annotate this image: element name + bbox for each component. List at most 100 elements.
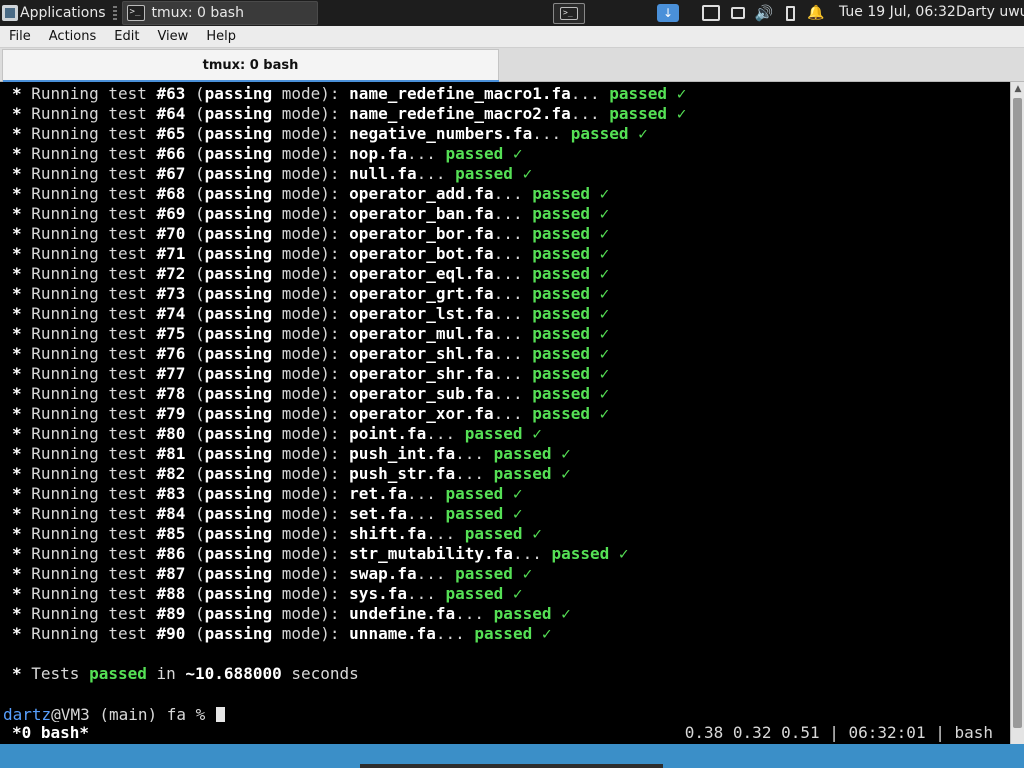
mode-name: passing [204, 564, 273, 583]
desktop-background [0, 744, 1024, 768]
running-label: Running test [31, 444, 157, 463]
scrollbar-thumb[interactable] [1013, 98, 1022, 728]
bullet: * [12, 184, 32, 203]
test-number: #63 [156, 84, 186, 103]
paren-open: ( [185, 444, 205, 463]
menu-view[interactable]: View [148, 29, 197, 44]
bullet: * [12, 584, 32, 603]
check-icon: ✓ [503, 144, 523, 163]
test-file: name_redefine_macro1.fa [349, 84, 571, 103]
test-result-line: * Running test #78 (passing mode): opera… [12, 384, 609, 404]
passed-label: passed [455, 564, 513, 583]
battery-tray-button[interactable] [782, 0, 798, 26]
passed-label: passed [532, 304, 590, 323]
paren-open: ( [185, 264, 205, 283]
mode-word: mode): [272, 124, 350, 143]
mode-word: mode): [272, 84, 350, 103]
running-label: Running test [31, 84, 157, 103]
menu-actions[interactable]: Actions [40, 29, 106, 44]
network-tray-button[interactable] [728, 0, 748, 26]
taskbar-item-terminal[interactable]: >_ tmux: 0 bash [121, 1, 318, 25]
test-result-line: * Running test #75 (passing mode): opera… [12, 324, 609, 344]
monitor-icon [702, 5, 720, 21]
test-file: operator_mul.fa [349, 324, 494, 343]
mode-name: passing [204, 504, 273, 523]
paren-open: ( [185, 484, 205, 503]
download-icon: ↓ [657, 4, 679, 22]
test-file: operator_add.fa [349, 184, 494, 203]
menu-file[interactable]: File [0, 29, 40, 44]
test-number: #73 [156, 284, 186, 303]
bullet: * [12, 524, 32, 543]
test-number: #65 [156, 124, 186, 143]
bullet: * [12, 544, 32, 563]
ellipsis: ... [570, 84, 610, 103]
passed-label: passed [464, 424, 523, 443]
applications-menu-button[interactable]: Applications [0, 0, 110, 26]
mode-word: mode): [272, 524, 350, 543]
mode-name: passing [204, 364, 273, 383]
mode-word: mode): [272, 284, 350, 303]
notifications-tray-button[interactable]: 🔔 [806, 0, 826, 26]
mode-word: mode): [272, 564, 350, 583]
running-label: Running test [31, 204, 157, 223]
test-result-line: * Running test #68 (passing mode): opera… [12, 184, 609, 204]
ellipsis: ... [493, 284, 533, 303]
bullet: * [12, 264, 32, 283]
mode-word: mode): [272, 604, 350, 623]
test-result-line: * Running test #77 (passing mode): opera… [12, 364, 609, 384]
test-file: operator_lst.fa [349, 304, 494, 323]
bullet: * [12, 484, 32, 503]
running-label: Running test [31, 504, 157, 523]
clock[interactable]: Tue 19 Jul, 06:32 [839, 4, 956, 20]
paren-open: ( [185, 624, 205, 643]
check-icon: ✓ [590, 244, 610, 263]
paren-open: ( [185, 364, 205, 383]
check-icon: ✓ [522, 424, 542, 443]
check-icon: ✓ [590, 324, 610, 343]
menu-help[interactable]: Help [197, 29, 245, 44]
summary-unit: seconds [281, 664, 359, 683]
download-tray-button[interactable]: ↓ [655, 0, 681, 26]
test-result-line: * Running test #69 (passing mode): opera… [12, 204, 609, 224]
paren-open: ( [185, 324, 205, 343]
user-menu[interactable]: Darty uwu [956, 4, 1024, 20]
test-result-line: * Running test #90 (passing mode): unnam… [12, 624, 551, 644]
test-number: #67 [156, 164, 186, 183]
check-icon: ✓ [590, 304, 610, 323]
monitor-tray-button[interactable] [700, 0, 722, 26]
tab-tmux[interactable]: tmux: 0 bash [2, 49, 499, 81]
workspace-switcher[interactable]: >_ [553, 3, 585, 24]
mode-name: passing [204, 264, 273, 283]
test-file: null.fa [349, 164, 417, 183]
mode-word: mode): [272, 264, 350, 283]
test-file: negative_numbers.fa [349, 124, 533, 143]
paren-open: ( [185, 464, 205, 483]
paren-open: ( [185, 204, 205, 223]
ellipsis: ... [532, 124, 571, 143]
ellipsis: ... [493, 304, 533, 323]
test-file: str_mutability.fa [349, 544, 513, 563]
test-result-line: * Running test #63 (passing mode): name_… [12, 84, 686, 104]
battery-icon [785, 5, 795, 21]
scroll-up-icon[interactable]: ▲ [1011, 82, 1024, 96]
ellipsis: ... [416, 164, 456, 183]
ellipsis: ... [455, 604, 494, 623]
test-number: #64 [156, 104, 186, 123]
tmux-window-indicator[interactable]: *0 bash* [12, 723, 89, 742]
test-file: operator_ban.fa [349, 204, 494, 223]
mode-name: passing [204, 484, 273, 503]
test-result-line: * Running test #87 (passing mode): swap.… [12, 564, 532, 584]
running-label: Running test [31, 484, 157, 503]
volume-tray-button[interactable]: 🔊 [754, 0, 774, 26]
test-result-line: * Running test #65 (passing mode): negat… [12, 124, 648, 144]
check-icon: ✓ [532, 624, 552, 643]
menu-edit[interactable]: Edit [105, 29, 148, 44]
tmux-status-bar: *0 bash* 0.38 0.32 0.51 | 06:32:01 | bas… [0, 722, 1010, 744]
paren-open: ( [185, 344, 205, 363]
check-icon: ✓ [590, 344, 610, 363]
terminal-scrollbar[interactable]: ▲ [1010, 82, 1024, 744]
mode-name: passing [204, 104, 273, 123]
test-file: sys.fa [349, 584, 407, 603]
terminal-output[interactable]: * Running test #63 (passing mode): name_… [0, 82, 1010, 744]
